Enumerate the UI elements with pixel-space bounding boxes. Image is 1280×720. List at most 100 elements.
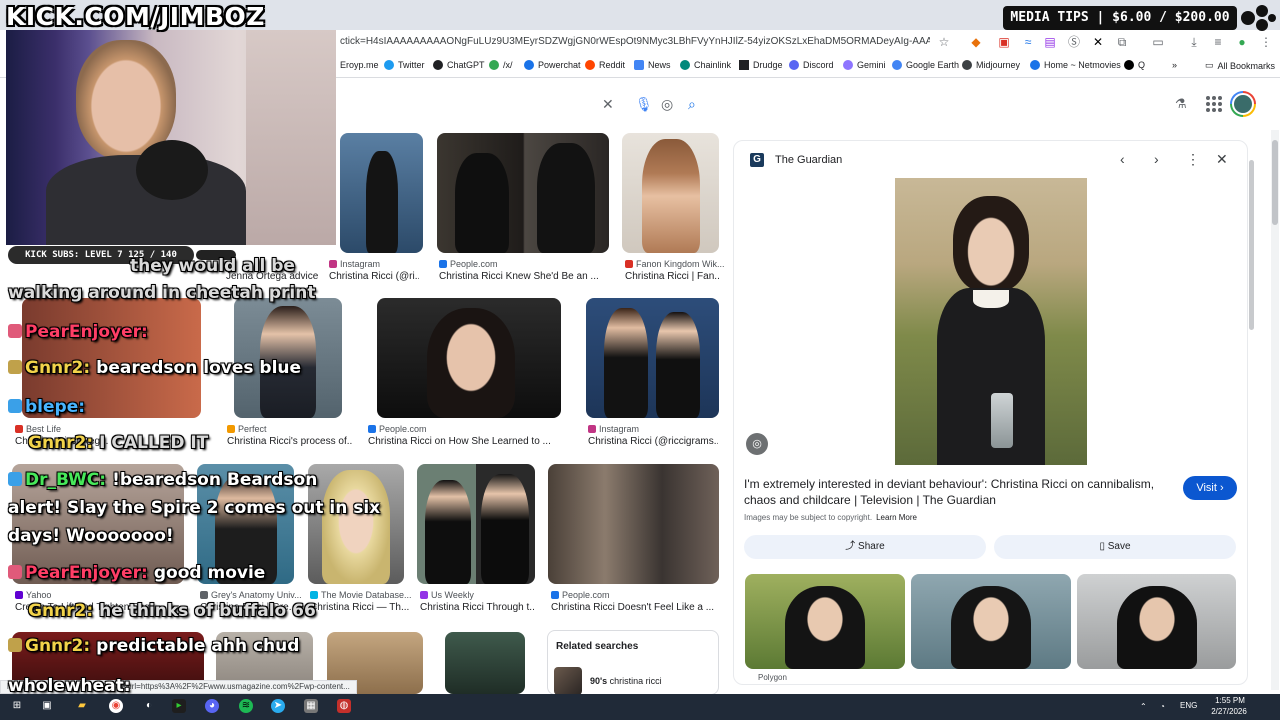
extensions-puzzle-icon[interactable]: ⧉	[1114, 34, 1130, 50]
windows-start-icon[interactable]: ⊞	[10, 699, 24, 713]
result-source[interactable]: Fanon Kingdom Wik...	[625, 259, 725, 269]
result-source[interactable]: People.com	[368, 424, 427, 434]
profile-icon[interactable]: ●	[1234, 34, 1250, 50]
learn-more-link[interactable]: Learn More	[876, 513, 917, 522]
result-source[interactable]: The Movie Database...	[310, 590, 412, 600]
next-icon[interactable]: ›	[1154, 151, 1159, 167]
sidebar-icon[interactable]: ▭	[1150, 34, 1166, 50]
telegram-icon[interactable]: ➤	[271, 699, 285, 713]
result-caption[interactable]: Christina Ricci (@riccigrams...	[588, 436, 718, 447]
bookmark-item[interactable]: Twitter	[384, 60, 425, 70]
image-result[interactable]	[308, 464, 404, 584]
chrome-menu-icon[interactable]: ⋮	[1258, 34, 1274, 50]
bookmark-item[interactable]: Q	[1124, 60, 1145, 70]
task-view-icon[interactable]: ▣	[40, 699, 54, 713]
extension-square-icon[interactable]: ▤	[1042, 34, 1058, 50]
related-image[interactable]	[911, 574, 1071, 669]
all-bookmarks[interactable]: ▭ All Bookmarks	[1205, 60, 1275, 71]
result-caption[interactable]: Christina Ricci Doesn't Feel Like a ...	[551, 602, 719, 613]
result-caption[interactable]: Christina Ricci Knew She'd Be an ...	[439, 271, 609, 282]
image-result[interactable]	[340, 133, 423, 253]
star-icon[interactable]: ☆	[936, 34, 952, 50]
terminal-icon[interactable]: ▸	[172, 699, 186, 713]
search-input[interactable]	[320, 89, 715, 119]
extension-wave-icon[interactable]: ≈	[1020, 34, 1036, 50]
result-caption[interactable]: Christina Ricci (@ri...	[329, 271, 419, 282]
related-image[interactable]	[745, 574, 905, 669]
bookmark-item[interactable]: Reddit	[585, 60, 625, 70]
input-language[interactable]: ENG	[1180, 701, 1197, 710]
app-icon[interactable]: ▦	[304, 699, 318, 713]
bookmark-item[interactable]: Powerchat	[524, 60, 581, 70]
preview-source[interactable]: The Guardian	[775, 154, 842, 166]
result-source[interactable]: Yahoo	[15, 590, 51, 600]
extension-x-icon[interactable]: ✕	[1090, 34, 1106, 50]
account-avatar[interactable]	[1230, 91, 1256, 117]
result-caption[interactable]: Christina Ricci | Fan...	[625, 271, 720, 282]
image-result[interactable]	[586, 298, 719, 418]
search-icon[interactable]: ⌕	[688, 96, 696, 112]
more-options-icon[interactable]: ⋮	[1186, 151, 1200, 168]
previous-icon[interactable]: ‹	[1120, 151, 1125, 167]
bookmarks-overflow-icon[interactable]: »	[1172, 60, 1177, 70]
result-source[interactable]: People.com	[551, 590, 610, 600]
extension-shield-icon[interactable]: ▣	[996, 34, 1012, 50]
bookmark-item[interactable]: News	[634, 60, 671, 70]
result-source[interactable]: Perfect	[227, 424, 267, 434]
clear-search-icon[interactable]: ✕	[602, 96, 614, 112]
result-caption[interactable]: Christina Ricci — Th...	[310, 602, 410, 613]
bookmark-item[interactable]: Google Earth	[892, 60, 959, 70]
share-button[interactable]: ⤴ Share	[744, 535, 986, 559]
result-source[interactable]: Us Weekly	[420, 590, 474, 600]
image-result[interactable]	[548, 464, 719, 584]
result-source[interactable]: Instagram	[588, 424, 639, 434]
result-source[interactable]: Instagram	[329, 259, 380, 269]
close-icon[interactable]: ✕	[1216, 151, 1228, 168]
related-thumbnail[interactable]	[554, 667, 582, 695]
tray-chevron-icon[interactable]: ⌃	[1140, 702, 1147, 711]
bookmark-item[interactable]: Drudge	[739, 60, 783, 70]
discord-icon[interactable]: ◕	[205, 699, 219, 713]
url-text[interactable]: ctick=H4sIAAAAAAAAAONgFuLUz9U3MEyrSDZWgj…	[340, 36, 930, 47]
related-search-link[interactable]: 90's christina ricci	[590, 676, 662, 686]
related-source[interactable]: Polygon	[758, 673, 787, 682]
obs-icon[interactable]: ◍	[337, 699, 351, 713]
save-button[interactable]: ▯ Save	[994, 535, 1236, 559]
bookmark-item[interactable]: Discord	[789, 60, 834, 70]
bookmark-item[interactable]: ChatGPT	[433, 60, 485, 70]
visit-button[interactable]: Visit ›	[1183, 476, 1237, 500]
steam-icon[interactable]: ◐	[142, 699, 156, 713]
page-scrollbar[interactable]	[1271, 130, 1279, 690]
bookmark-item[interactable]: /x/	[489, 60, 513, 70]
image-result[interactable]	[445, 632, 525, 694]
network-icon[interactable]: ◔	[1160, 702, 1165, 711]
clock-time[interactable]: 1:55 PM	[1210, 696, 1250, 705]
panel-scrollbar[interactable]	[1249, 160, 1254, 330]
preview-image[interactable]	[895, 178, 1087, 465]
image-result[interactable]	[437, 133, 609, 253]
result-caption[interactable]: Christina Ricci on How She Learned to ..…	[368, 436, 568, 447]
clock-date[interactable]: 2/27/2026	[1203, 707, 1255, 716]
related-image[interactable]	[1077, 574, 1236, 669]
download-icon[interactable]: ⤓	[1186, 34, 1202, 50]
image-result[interactable]	[622, 133, 719, 253]
bookmark-item[interactable]: Eroyp.me	[340, 60, 379, 70]
result-caption[interactable]: Christina Ricci Through t...	[420, 602, 535, 613]
bookmark-item[interactable]: Gemini	[843, 60, 886, 70]
chrome-icon[interactable]: ◉	[109, 699, 123, 713]
mic-icon[interactable]: 🎙	[635, 96, 653, 112]
lens-icon[interactable]: ◎	[746, 433, 768, 455]
labs-flask-icon[interactable]: ⚗	[1175, 97, 1189, 111]
bookmark-item[interactable]: Home ~ Netmovies	[1030, 60, 1121, 70]
result-source[interactable]: Grey's Anatomy Univ...	[200, 590, 302, 600]
google-apps-icon[interactable]	[1206, 96, 1222, 112]
result-source[interactable]: People.com	[439, 259, 498, 269]
bookmark-item[interactable]: Midjourney	[962, 60, 1020, 70]
playlist-icon[interactable]: ≡	[1210, 34, 1226, 50]
image-result[interactable]	[377, 298, 561, 418]
preview-title[interactable]: I'm extremely interested in deviant beha…	[744, 476, 1164, 508]
image-result[interactable]	[417, 464, 535, 584]
spotify-icon[interactable]: ≋	[239, 699, 253, 713]
file-explorer-icon[interactable]: ▰	[75, 699, 89, 713]
lens-search-icon[interactable]: ◎	[661, 96, 673, 112]
